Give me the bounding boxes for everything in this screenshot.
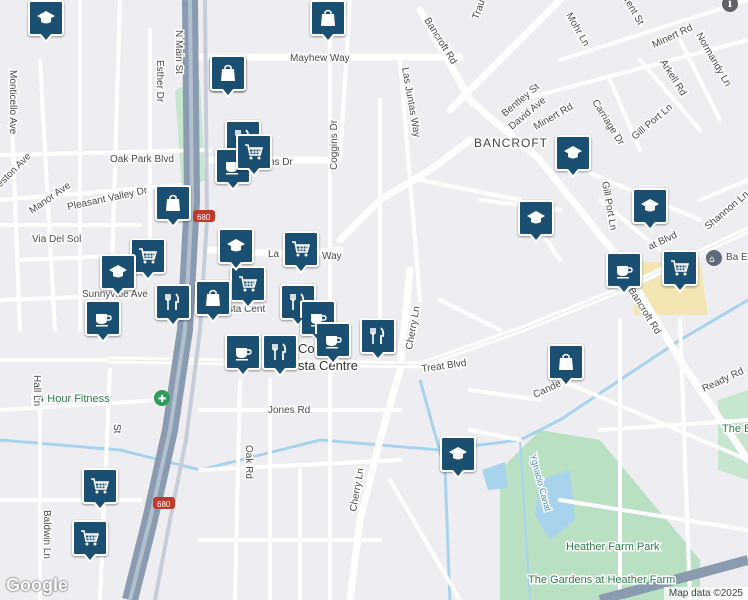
- label-arkell: Arkell Rd: [657, 58, 688, 98]
- label-mayhew: Mayhew Way: [290, 53, 350, 64]
- svg-text:⌂: ⌂: [709, 255, 715, 265]
- label-st: St: [111, 424, 122, 434]
- label-way: Way: [322, 251, 342, 262]
- label-oak-park: Oak Park Blvd: [110, 154, 174, 165]
- shopping-marker[interactable]: [210, 55, 246, 98]
- label-baldwin: Baldwin Ln: [41, 510, 52, 559]
- label-gill-port-vert: Gill Port Ln: [599, 181, 618, 232]
- label-n-main: N Main St: [173, 30, 184, 74]
- label-traud: Traud Dr: [470, 0, 494, 21]
- cafe-marker[interactable]: [315, 322, 351, 365]
- svg-text:✚: ✚: [158, 394, 166, 405]
- cafe-marker[interactable]: [606, 252, 642, 295]
- school-marker[interactable]: [440, 436, 476, 479]
- grocery-marker[interactable]: [662, 250, 698, 293]
- label-rent: rent St: [621, 0, 645, 27]
- grocery-marker[interactable]: [283, 231, 319, 274]
- label-minert-right: Minert Rd: [651, 22, 695, 50]
- label-jones: Jones Rd: [268, 405, 310, 416]
- shopping-marker[interactable]: [155, 185, 191, 228]
- restaurant-marker[interactable]: [262, 334, 298, 377]
- label-via-del-sol: Via Del Sol: [32, 234, 81, 245]
- school-marker[interactable]: [28, 0, 64, 43]
- highway-shield-680: 680: [197, 213, 211, 222]
- map-canvas[interactable]: Mayhew Way N Main St Oak Park Blvd oggin…: [0, 0, 748, 600]
- label-co: Co: [298, 341, 315, 356]
- label-monticello: Monticello Ave: [7, 70, 18, 135]
- grocery-marker[interactable]: [72, 520, 108, 563]
- grocery-marker[interactable]: [230, 266, 266, 309]
- label-hall: Hall Ln: [31, 375, 42, 406]
- school-marker[interactable]: [218, 228, 254, 271]
- restaurant-marker[interactable]: [360, 318, 396, 361]
- label-oak-rd: Oak Rd: [243, 445, 254, 479]
- label-preston: reston Ave: [0, 151, 34, 192]
- highway-shield-680-south: 680: [157, 500, 171, 509]
- shopping-marker[interactable]: [195, 280, 231, 323]
- label-ready: Ready Rd: [701, 366, 746, 395]
- cafe-marker[interactable]: [225, 334, 261, 377]
- school-marker[interactable]: [555, 135, 591, 178]
- school-marker[interactable]: [632, 188, 668, 231]
- label-fitness: 24 Hour Fitness: [32, 393, 110, 405]
- grocery-marker[interactable]: [236, 134, 272, 177]
- label-esther: Esther Dr: [154, 60, 165, 103]
- label-bancroft-area: BANCROFT: [474, 136, 548, 150]
- cafe-marker[interactable]: [85, 300, 121, 343]
- pond2: [482, 462, 508, 490]
- label-the-bay: The Bar Garde Nur: [722, 423, 748, 435]
- label-heather-farm: Heather Farm Park: [566, 541, 660, 553]
- map-attribution[interactable]: Map data ©2025: [663, 587, 748, 600]
- label-ba-ele: Ba Ele: [726, 252, 748, 263]
- grocery-marker[interactable]: [82, 468, 118, 511]
- shopping-marker[interactable]: [310, 0, 346, 43]
- label-la: La: [268, 249, 280, 260]
- school-marker[interactable]: [100, 254, 136, 297]
- label-mohr: Mohr Ln: [563, 11, 591, 48]
- school-marker[interactable]: [518, 200, 554, 243]
- label-gill-port: Gill Port Ln: [630, 102, 675, 142]
- restaurant-marker[interactable]: [155, 284, 191, 327]
- shopping-marker[interactable]: [548, 344, 584, 387]
- google-logo: Google: [6, 575, 68, 595]
- label-coggins: Coggins Dr: [329, 119, 340, 170]
- label-gardens: The Gardens at Heather Farm: [528, 574, 675, 586]
- canal-2: [418, 379, 452, 600]
